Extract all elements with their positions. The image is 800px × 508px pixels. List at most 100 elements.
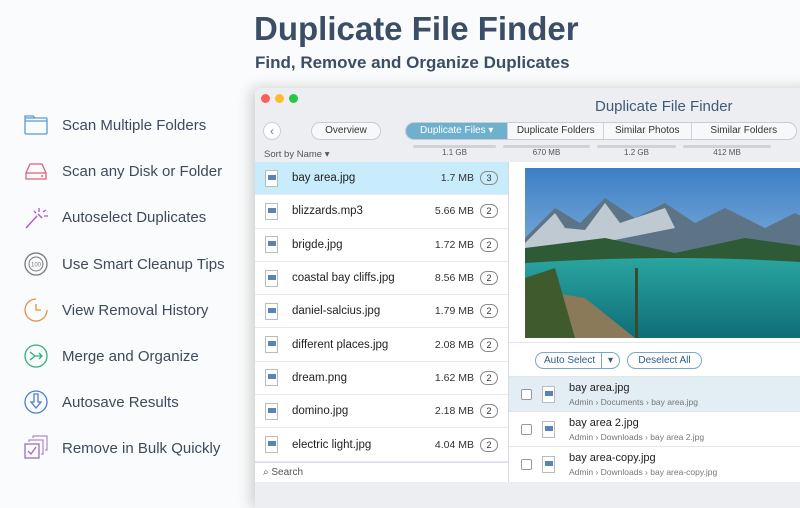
feature-item: Autoselect Duplicates <box>22 203 206 231</box>
status-bar <box>508 482 800 508</box>
chevron-down-icon[interactable]: ▾ <box>601 353 619 368</box>
app-window: Duplicate File Finder ‹ Overview Duplica… <box>255 88 800 508</box>
duplicate-path: Admin › Downloads › bay area 2.jpg <box>569 431 705 442</box>
tab-similar-folders[interactable]: Similar Folders <box>692 123 796 139</box>
page-subtitle: Find, Remove and Organize Duplicates <box>255 53 570 72</box>
chip-100-icon: 100 <box>24 252 48 276</box>
feature-item: Scan Multiple Folders <box>22 111 206 139</box>
tab-duplicate-folders[interactable]: Duplicate Folders <box>508 123 604 139</box>
file-name: electric light.jpg <box>292 438 372 451</box>
duplicate-row[interactable]: bay area.jpg Admin › Documents › bay area… <box>509 376 800 411</box>
feature-item: 100 Use Smart Cleanup Tips <box>22 250 225 278</box>
select-checkbox[interactable] <box>521 458 532 470</box>
close-button[interactable] <box>261 94 270 103</box>
search-placeholder: Search <box>271 467 304 478</box>
feature-item: View Removal History <box>22 296 208 324</box>
duplicate-count-badge: 2 <box>480 337 498 352</box>
file-row[interactable]: dream.png 1.62 MB 2 <box>255 362 508 396</box>
file-icon <box>265 202 278 220</box>
select-checkbox[interactable] <box>521 423 532 435</box>
tab-duplicate-files[interactable]: Duplicate Files ▾ <box>406 123 509 139</box>
minimize-button[interactable] <box>275 94 284 103</box>
duplicate-path: Admin › Downloads › bay area-copy.jpg <box>569 466 718 477</box>
page-title: Duplicate File Finder <box>254 10 579 47</box>
feature-label: Autoselect Duplicates <box>62 208 207 226</box>
file-row[interactable]: brigde.jpg 1.72 MB 2 <box>255 229 508 262</box>
chevron-left-icon: ‹ <box>270 124 274 138</box>
feature-label: Autosave Results <box>62 393 179 411</box>
file-name: brigde.jpg <box>292 238 343 251</box>
file-row[interactable]: electric light.jpg 4.04 MB 2 <box>255 428 508 462</box>
file-size: 1.62 MB <box>434 371 474 384</box>
duplicate-count-badge: 2 <box>480 437 498 452</box>
svg-text:100: 100 <box>31 263 42 269</box>
deselect-all-button[interactable]: Deselect All <box>627 352 702 369</box>
file-icon <box>265 436 278 454</box>
zoom-button[interactable] <box>289 94 298 103</box>
feature-label: Remove in Bulk Quickly <box>62 439 221 457</box>
file-row[interactable]: domino.jpg 2.18 MB 2 <box>255 395 508 429</box>
tab-size: 1.2 GB <box>624 148 649 157</box>
duplicate-count-badge: 2 <box>480 204 498 219</box>
file-size: 4.04 MB <box>434 438 474 451</box>
duplicate-name: bay area 2.jpg <box>569 416 639 429</box>
file-size: 2.08 MB <box>434 338 474 351</box>
auto-select-button[interactable]: Auto Select ▾ <box>535 352 620 369</box>
duplicate-count-badge: 2 <box>480 271 498 286</box>
file-name: domino.jpg <box>292 405 349 418</box>
file-size: 5.66 MB <box>434 205 474 218</box>
feature-label: Merge and Organize <box>62 347 199 365</box>
disk-icon <box>25 163 47 180</box>
download-icon <box>24 390 48 414</box>
search-field[interactable]: ⌕ Search <box>255 462 508 482</box>
file-name: bay area.jpg <box>292 172 356 185</box>
auto-select-label: Auto Select <box>544 355 596 366</box>
file-icon <box>265 369 278 387</box>
feature-item: Autosave Results <box>22 388 179 416</box>
file-size: 1.79 MB <box>434 305 474 318</box>
sort-dropdown[interactable]: Sort by Name ▾ <box>264 149 329 160</box>
detail-pane: Auto Select ▾ Deselect All bay area.jpg Ad… <box>508 162 800 482</box>
file-row[interactable]: daniel-salcius.jpg 1.79 MB 2 <box>255 295 508 329</box>
file-name: different places.jpg <box>292 338 389 351</box>
file-icon <box>542 455 555 473</box>
duplicate-count-badge: 2 <box>480 370 498 385</box>
file-size: 1.7 MB <box>440 172 474 185</box>
duplicate-row[interactable]: bay area 2.jpg Admin › Downloads › bay ar… <box>509 411 800 446</box>
stack-check-icon <box>24 435 48 459</box>
duplicate-row[interactable]: bay area-copy.jpg Admin › Downloads › bay… <box>509 446 800 481</box>
clock-icon <box>24 298 48 322</box>
file-icon <box>265 402 278 420</box>
duplicate-path: Admin › Documents › bay area.jpg <box>569 396 698 407</box>
duplicate-count-badge: 2 <box>480 304 498 319</box>
feature-item: Remove in Bulk Quickly <box>22 434 220 462</box>
tab-bar: Duplicate Files ▾ Duplicate Folders Simi… <box>405 122 797 140</box>
file-icon <box>265 236 278 254</box>
duplicate-name: bay area.jpg <box>569 381 630 394</box>
file-icon <box>265 336 278 354</box>
feature-item: Scan any Disk or Folder <box>22 157 222 185</box>
tab-size: 412 MB <box>713 148 741 157</box>
feature-label: Scan Multiple Folders <box>62 116 207 134</box>
file-size: 1.72 MB <box>434 238 474 251</box>
file-name: blizzards.mp3 <box>292 205 363 218</box>
back-button[interactable]: ‹ <box>263 122 281 140</box>
overview-button[interactable]: Overview <box>311 122 381 140</box>
file-row[interactable]: blizzards.mp3 5.66 MB 2 <box>255 195 508 229</box>
tab-size: 1.1 GB <box>442 148 467 157</box>
file-icon <box>265 302 278 320</box>
select-checkbox[interactable] <box>521 388 532 400</box>
folder-icon <box>24 115 48 135</box>
file-name: dream.png <box>292 371 347 384</box>
window-title: Duplicate File Finder <box>595 98 733 115</box>
file-row[interactable]: bay area.jpg 1.7 MB 3 <box>255 162 508 196</box>
file-icon <box>265 269 278 287</box>
feature-label: View Removal History <box>62 301 209 319</box>
file-name: coastal bay cliffs.jpg <box>292 272 395 285</box>
file-row[interactable]: different places.jpg 2.08 MB 2 <box>255 328 508 362</box>
duplicate-name: bay area-copy.jpg <box>569 451 656 464</box>
feature-label: Use Smart Cleanup Tips <box>62 255 225 273</box>
tab-similar-photos[interactable]: Similar Photos <box>604 123 692 139</box>
file-row[interactable]: coastal bay cliffs.jpg 8.56 MB 2 <box>255 262 508 296</box>
file-list: bay area.jpg 1.7 MB 3 blizzards.mp3 5.66 MB 2… <box>255 162 508 462</box>
